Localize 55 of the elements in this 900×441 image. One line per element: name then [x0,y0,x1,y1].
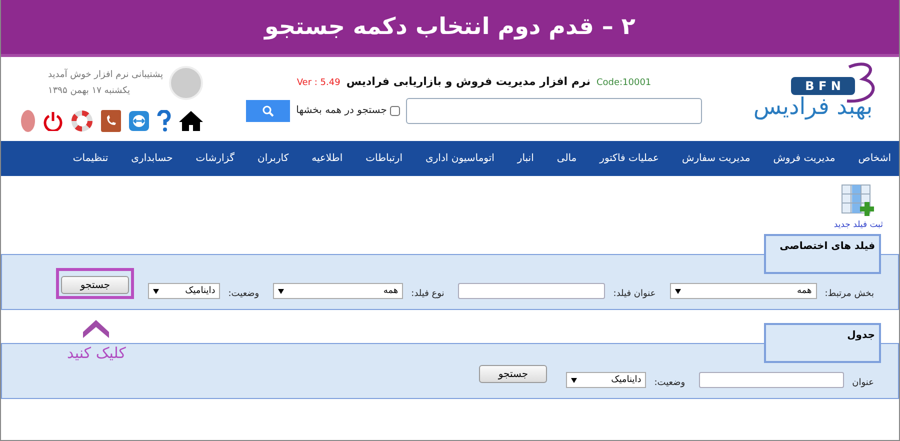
nav-item[interactable]: مالی [556,153,577,164]
home-icon[interactable] [179,111,203,131]
nav-item[interactable]: ارتباطات [366,153,403,164]
help-icon[interactable] [157,110,171,132]
caret-icon [674,288,681,294]
new-field-link[interactable]: ثبت فیلد جدید [834,184,883,230]
field-label: عنوان فیلد: [613,289,656,299]
field-label: وضعیت: [228,289,260,299]
lifebuoy-icon[interactable] [71,110,93,132]
field-label: بخش مرتبط: [824,289,874,299]
logo-name: بهبد فرادیس [753,95,873,121]
logo-mark: B F N [791,77,855,96]
search-button[interactable]: جستجو [61,276,130,294]
caret-icon [278,288,284,294]
dropdown[interactable]: همه [670,283,817,299]
dropdown[interactable]: همه [273,283,404,299]
power-icon[interactable] [43,111,63,131]
nav-item[interactable]: انبار [517,153,534,164]
search-button[interactable]: جستجو [479,365,548,383]
search-field[interactable] [406,98,702,124]
version-label: Ver : 5.49 [296,78,340,88]
up-chevron-icon [83,320,110,338]
nav-item[interactable]: گزارشات [196,153,235,164]
input-field[interactable] [458,283,606,299]
dropdown[interactable]: داینامیک [566,372,646,388]
search-button[interactable] [246,100,290,122]
nav-item[interactable]: مدیریت فروش [773,153,836,164]
avatar [169,66,203,100]
field-label: عنوان [852,378,874,388]
app-title: نرم افزار مدیریت فروش و بازاریابی فرادیس [346,74,590,88]
checkbox-label: جستجو در همه بخشها [296,105,387,116]
caret-icon [153,288,160,294]
nav-item[interactable]: تنظیمات [72,153,108,164]
nav-item[interactable]: حسابداری [131,153,173,164]
grid-add-icon [841,184,876,218]
field-label: وضعیت: [654,378,686,388]
input-field[interactable] [699,372,844,388]
caret-icon [571,378,578,382]
search-icon [262,104,274,116]
nav-item[interactable]: اطلاعیه [312,153,343,164]
nav-item[interactable]: عملیات فاکتور [600,153,659,164]
nav-item[interactable]: اشخاص [858,153,891,164]
date-text: یکشنبه ۱۷ بهمن ۱۳۹۵ [48,86,130,96]
annotation-text: کلیک کنید [67,344,126,362]
welcome-text: پشتیبانی نرم افزار خوش آمدید [48,70,163,80]
nav-item[interactable]: کاربران [258,153,289,164]
nav-item[interactable]: مدیریت سفارش [682,153,750,164]
dropdown[interactable]: داینامیک [148,283,220,299]
phone-book-icon[interactable] [101,110,121,132]
field-label: نوع فیلد: [411,289,444,299]
nav-item[interactable]: اتوماسیون اداری [426,153,494,164]
banner-title: ۲ – قدم دوم انتخاب دکمه جستجو [264,14,636,40]
code-label: Code:10001 [596,78,652,88]
remote-support-icon[interactable] [129,111,149,131]
search-all-checkbox[interactable] [390,106,400,116]
